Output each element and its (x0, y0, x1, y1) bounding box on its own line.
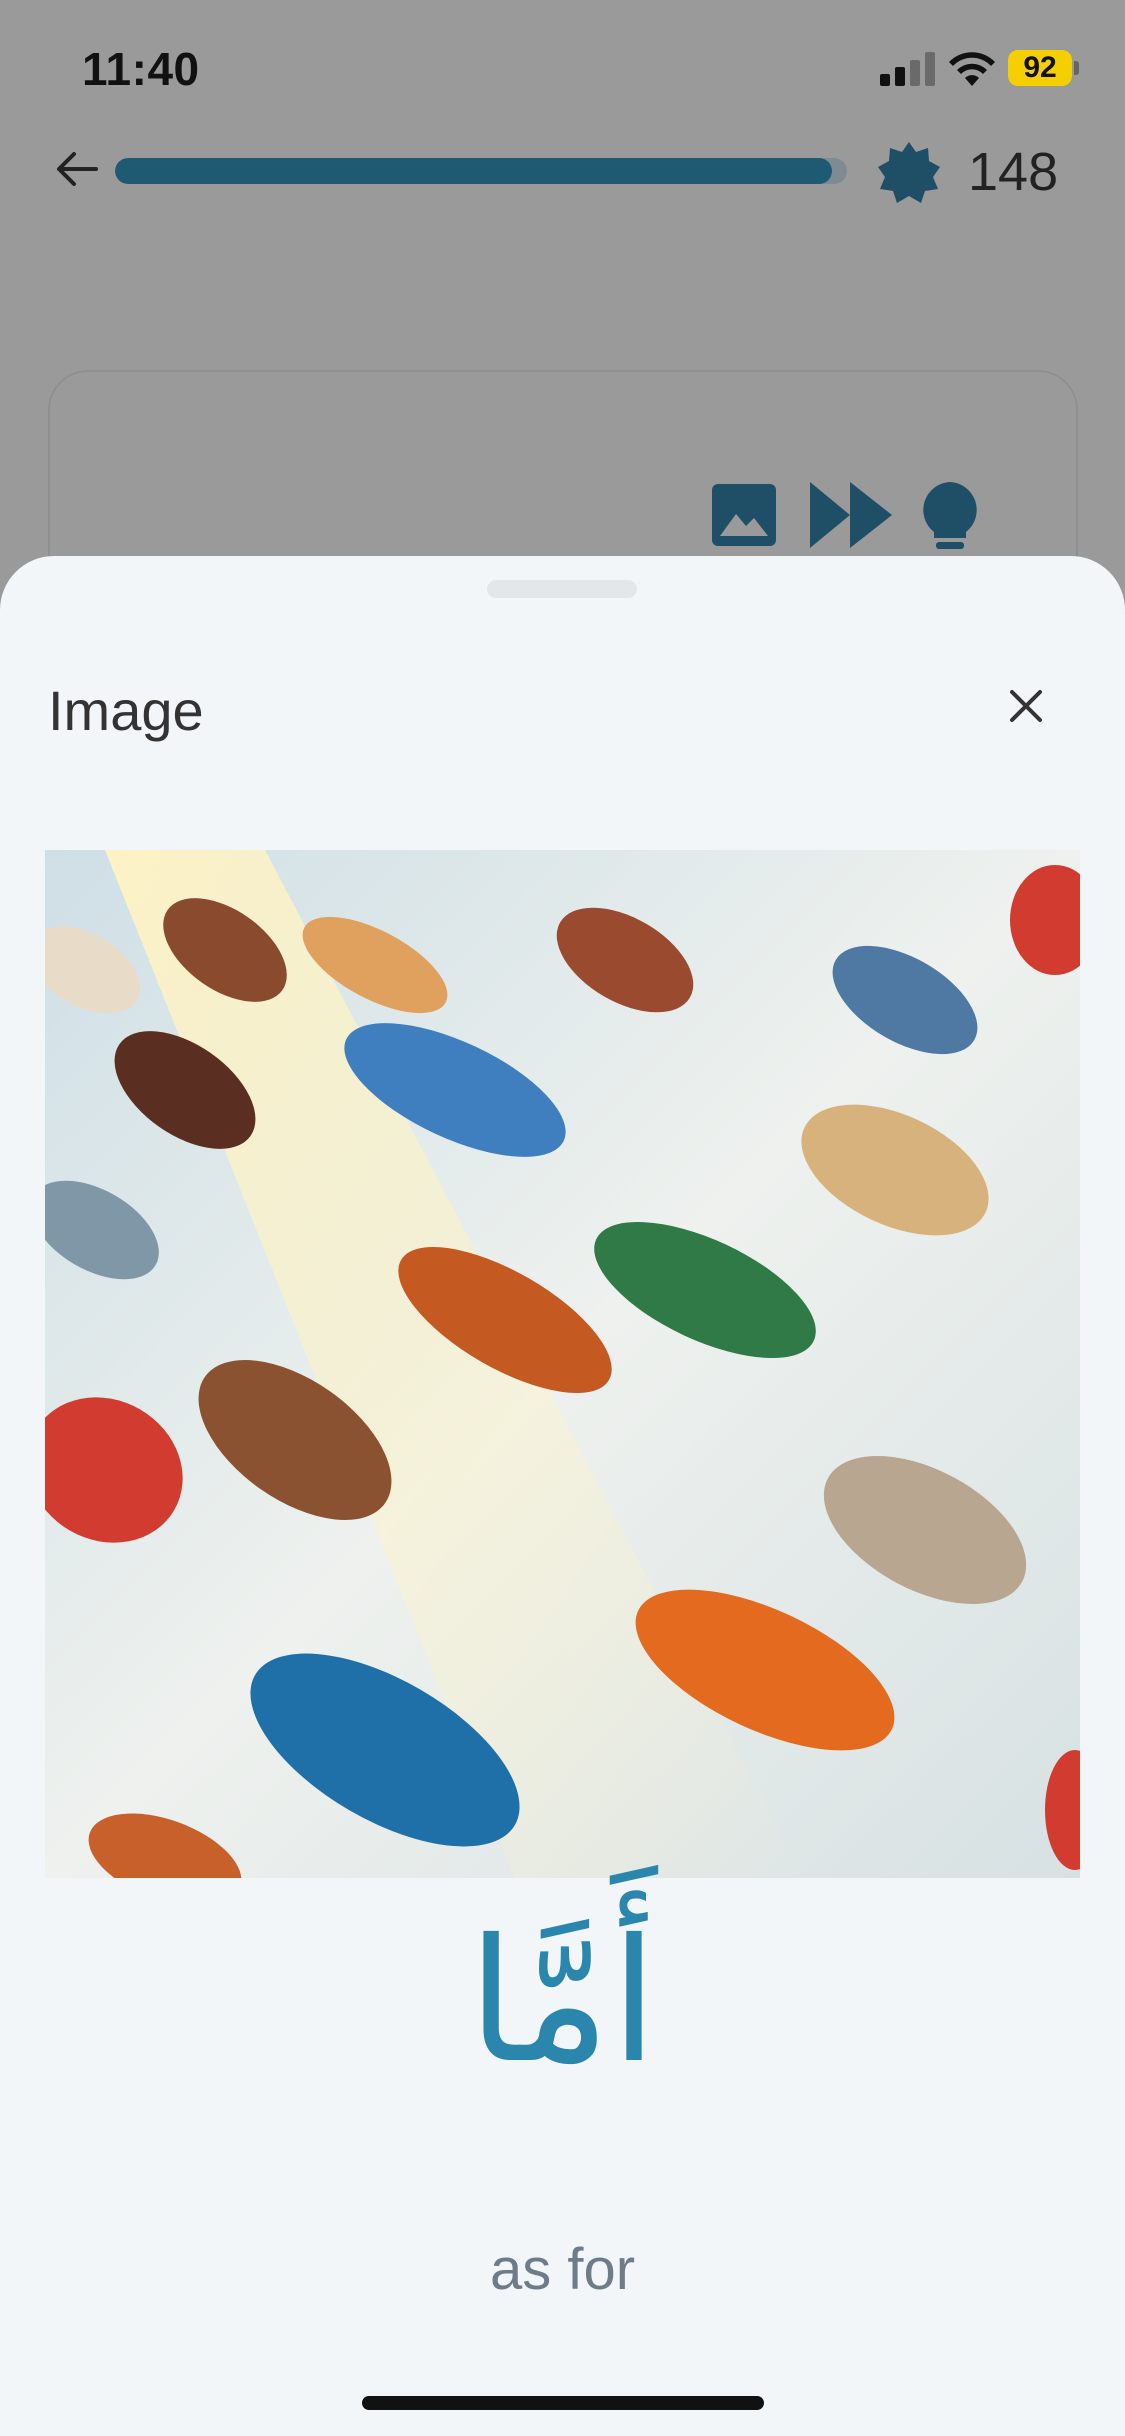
shoes-photo (45, 850, 1080, 1878)
status-time: 11:40 (82, 43, 200, 95)
sheet-grabber[interactable] (487, 580, 637, 598)
fast-forward-icon[interactable] (806, 480, 896, 550)
arabic-word: أَمَّا (467, 1903, 658, 2101)
wifi-icon (949, 52, 995, 86)
home-indicator[interactable] (362, 2396, 764, 2410)
battery-nub (1074, 61, 1079, 75)
sheet-title: Image (48, 679, 204, 742)
signal-icon (880, 52, 935, 86)
progress-bar (115, 158, 847, 184)
points-count: 148 (968, 142, 1059, 202)
translation: as for (489, 2237, 636, 2302)
badge-icon (878, 142, 940, 203)
battery-icon: 92 (1008, 50, 1072, 86)
arrow-left-icon (57, 152, 98, 186)
status-bar: 11:40 92 (0, 0, 1125, 140)
close-icon (1010, 690, 1042, 722)
back-button[interactable] (52, 144, 102, 194)
image-sheet: Image أَمَّا as for (0, 556, 1125, 2436)
lightbulb-icon[interactable] (916, 480, 984, 550)
close-button[interactable] (1006, 686, 1046, 726)
image-icon[interactable] (710, 480, 778, 550)
progress-fill (115, 158, 833, 184)
